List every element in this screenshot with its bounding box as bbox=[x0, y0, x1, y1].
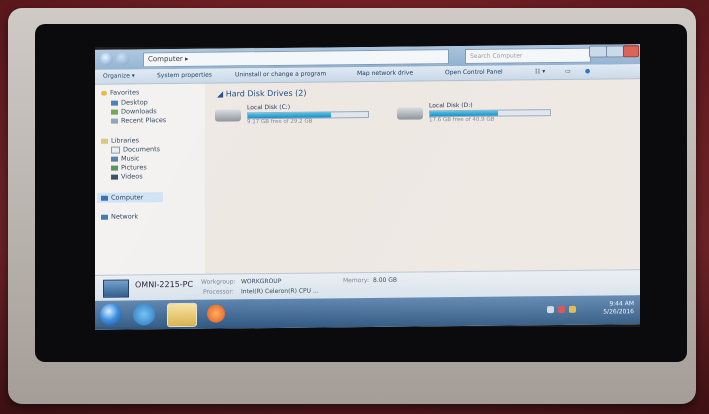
sidebar-item-music[interactable]: Music bbox=[111, 154, 140, 163]
navigation-pane: Favorites Desktop Downloads Recent Place… bbox=[95, 83, 205, 275]
computer-name: OMNI-2215-PC bbox=[135, 279, 194, 290]
maximize-button[interactable] bbox=[606, 45, 624, 58]
sidebar-item-network[interactable]: Network bbox=[101, 212, 138, 221]
sidebar-item-videos[interactable]: Videos bbox=[111, 172, 143, 181]
view-options-icon[interactable]: ☷ ▾ bbox=[535, 65, 545, 79]
sidebar-item-pictures[interactable]: Pictures bbox=[111, 163, 147, 172]
media-player-taskbar-icon[interactable] bbox=[207, 304, 225, 323]
windows-explorer-screen: Computer ▸ Search Computer Organize ▾ Sy… bbox=[95, 44, 640, 330]
volume-tray-icon[interactable] bbox=[558, 305, 565, 314]
start-button[interactable] bbox=[100, 303, 122, 326]
sidebar-item-computer[interactable]: Computer bbox=[97, 192, 164, 203]
drive-name: Local Disk (C:) bbox=[247, 103, 291, 112]
music-icon bbox=[111, 156, 118, 162]
computer-icon bbox=[103, 279, 129, 298]
internet-explorer-taskbar-icon[interactable] bbox=[133, 303, 155, 326]
clock-date: 5/26/2016 bbox=[603, 308, 634, 316]
drive-free-space: 9.17 GB free of 29.2 GB bbox=[247, 118, 313, 126]
memory-value: 8.00 GB bbox=[373, 276, 398, 284]
preview-pane-icon[interactable]: ▭ bbox=[565, 65, 571, 79]
breadcrumb[interactable]: Computer ▸ bbox=[148, 55, 189, 63]
memory-label: Memory: bbox=[343, 276, 369, 285]
system-properties-button[interactable]: System properties bbox=[157, 69, 212, 84]
search-placeholder: Search Computer bbox=[470, 52, 523, 60]
sidebar-item-downloads[interactable]: Downloads bbox=[111, 107, 157, 116]
pictures-icon bbox=[111, 165, 118, 171]
explorer-taskbar-icon[interactable] bbox=[167, 302, 197, 328]
hard-drive-icon bbox=[215, 109, 241, 122]
address-bar[interactable]: Computer ▸ bbox=[143, 49, 449, 68]
workgroup-label: Workgroup: bbox=[201, 278, 236, 286]
drive-usage-fill bbox=[430, 110, 499, 117]
processor-label: Processor: bbox=[203, 288, 234, 296]
back-button[interactable] bbox=[100, 52, 113, 66]
system-clock[interactable]: 9:44 AM 5/26/2016 bbox=[603, 300, 634, 316]
sidebar-item-libraries[interactable]: Libraries bbox=[101, 136, 139, 145]
drive-usage-fill bbox=[248, 112, 331, 119]
sidebar-item-recent-places[interactable]: Recent Places bbox=[111, 116, 166, 125]
collapse-arrow-icon: ◢ bbox=[217, 89, 226, 99]
windows-taskbar: 9:44 AM 5/26/2016 bbox=[95, 295, 640, 330]
organize-menu[interactable]: Organize ▾ bbox=[103, 69, 135, 83]
hard-disk-group-title[interactable]: ◢ Hard Disk Drives (2) bbox=[217, 89, 307, 99]
content-pane: ◢ Hard Disk Drives (2) Local Disk (C:) 9… bbox=[207, 79, 640, 274]
documents-icon bbox=[111, 146, 120, 154]
drive-free-space: 17.6 GB free of 40.9 GB bbox=[429, 116, 495, 124]
computer-icon bbox=[101, 195, 108, 201]
sidebar-item-desktop[interactable]: Desktop bbox=[111, 98, 148, 107]
processor-value: Intel(R) Celeron(R) CPU ... bbox=[241, 287, 319, 296]
sidebar-item-favorites[interactable]: Favorites bbox=[101, 88, 139, 97]
open-control-panel-button[interactable]: Open Control Panel bbox=[445, 66, 503, 81]
recent-places-icon bbox=[111, 118, 118, 124]
uninstall-program-button[interactable]: Uninstall or change a program bbox=[235, 67, 326, 82]
network-tray-icon[interactable] bbox=[547, 306, 554, 314]
sidebar-item-documents[interactable]: Documents bbox=[111, 145, 160, 154]
drive-item[interactable]: Local Disk (C:) 9.17 GB free of 29.2 GB bbox=[215, 100, 375, 132]
downloads-icon bbox=[111, 109, 118, 115]
flag-tray-icon[interactable] bbox=[569, 305, 576, 313]
videos-icon bbox=[111, 174, 118, 180]
help-icon[interactable]: ● bbox=[585, 65, 590, 79]
drive-item[interactable]: Local Disk (D:) 17.6 GB free of 40.9 GB bbox=[397, 98, 557, 130]
close-button[interactable] bbox=[623, 45, 639, 58]
forward-button[interactable] bbox=[116, 52, 129, 66]
search-input[interactable]: Search Computer bbox=[465, 47, 591, 64]
drive-name: Local Disk (D:) bbox=[429, 101, 473, 110]
desktop-icon bbox=[111, 100, 118, 106]
workgroup-value: WORKGROUP bbox=[241, 277, 282, 286]
hard-drive-icon bbox=[397, 107, 423, 120]
star-icon bbox=[101, 90, 107, 96]
libraries-icon bbox=[101, 138, 108, 144]
minimize-button[interactable] bbox=[589, 45, 607, 58]
map-network-drive-button[interactable]: Map network drive bbox=[357, 67, 413, 82]
network-icon bbox=[101, 214, 108, 220]
